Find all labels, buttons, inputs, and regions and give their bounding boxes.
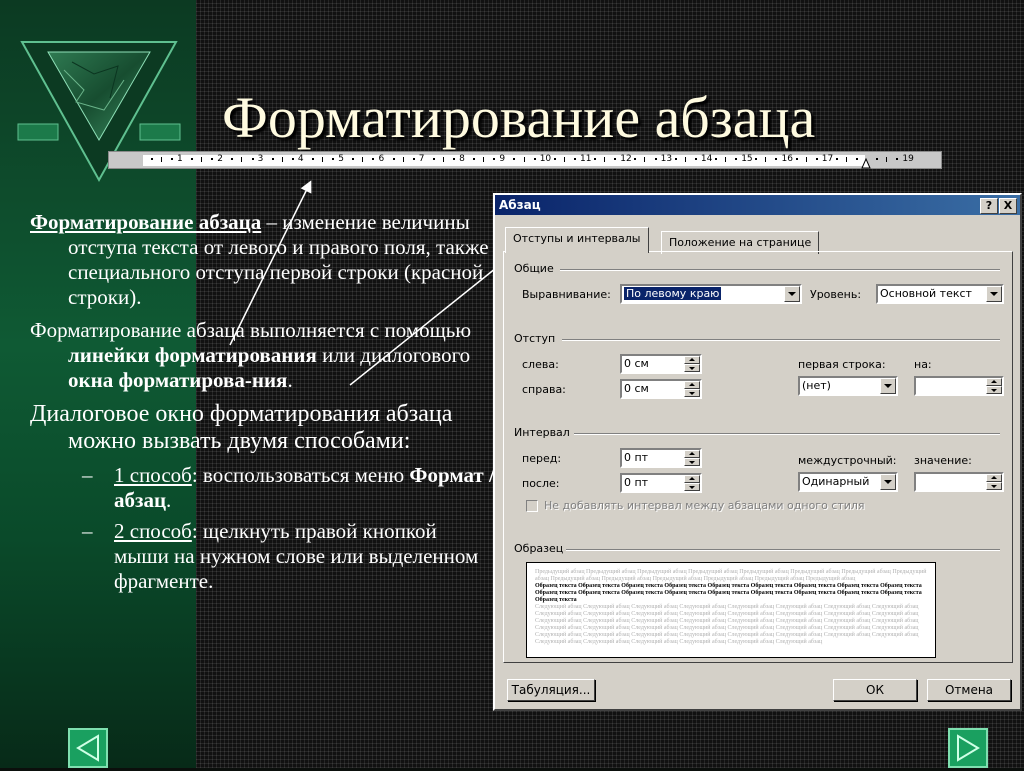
line-spacing-value: Одинарный — [802, 475, 870, 488]
first-line-amount-label: на: — [914, 358, 932, 371]
alignment-label: Выравнивание: — [522, 288, 611, 301]
group-divider — [560, 269, 1000, 271]
left-indent-spinner[interactable] — [684, 356, 700, 372]
triangle-right-icon — [957, 734, 980, 762]
space-before-label: перед: — [522, 452, 562, 465]
level-select[interactable]: Основной текст — [876, 284, 1004, 304]
definition-term: Форматирование абзаца — [30, 210, 262, 234]
chevron-down-icon[interactable] — [880, 474, 896, 490]
first-line-amount-spinner[interactable] — [986, 378, 1002, 394]
prev-slide-button[interactable] — [68, 728, 108, 768]
close-button[interactable]: X — [999, 198, 1017, 214]
group-sample-label: Образец — [514, 542, 564, 555]
line-spacing-select[interactable]: Одинарный — [798, 472, 898, 492]
method-1-item: –1 способ: воспользоваться меню Формат /… — [30, 463, 495, 513]
sample-previous-paragraph: Предыдущий абзац Предыдущий абзац Предыд… — [535, 569, 927, 582]
alignment-value: По левому краю — [624, 287, 722, 300]
dialog-title: Абзац — [499, 198, 541, 212]
alignment-select[interactable]: По левому краю — [620, 284, 802, 304]
dialog-paragraph: Диалоговое окно форматирования абзаца мо… — [30, 401, 453, 454]
definition-paragraph: Форматирование абзаца – изменение величи… — [30, 210, 495, 310]
group-indent-label: Отступ — [514, 332, 556, 345]
group-divider — [562, 339, 1000, 341]
chevron-down-icon[interactable] — [784, 286, 800, 302]
right-indent-label: справа: — [522, 383, 566, 396]
methods-dialog-term: окна форматирова-ния — [68, 368, 288, 392]
space-before-value: 0 пт — [624, 451, 649, 464]
no-space-checkbox[interactable] — [526, 500, 538, 512]
right-indent-spinner[interactable] — [684, 381, 700, 397]
spacing-value-label: значение: — [914, 454, 972, 467]
group-divider — [574, 433, 1000, 435]
spacing-value-input[interactable] — [914, 472, 1004, 492]
sample-preview: Предыдущий абзац Предыдущий абзац Предыд… — [526, 562, 936, 658]
left-indent-label: слева: — [522, 358, 559, 371]
space-before-spinner[interactable] — [684, 450, 700, 466]
methods-ruler-term: линейки форматирования — [68, 343, 317, 367]
chevron-down-icon[interactable] — [880, 378, 896, 394]
right-indent-input[interactable]: 0 см — [620, 379, 702, 399]
method-1-text: : воспользоваться меню — [191, 463, 410, 487]
method-2-label: 2 способ — [114, 519, 192, 543]
space-after-value: 0 пт — [624, 476, 649, 489]
first-line-label: первая строка: — [798, 358, 886, 371]
methods-text-a: Форматирование абзаца выполняется с помо… — [30, 318, 472, 342]
space-after-spinner[interactable] — [684, 475, 700, 491]
method-1-period: . — [166, 488, 172, 512]
methods-paragraph: Форматирование абзаца выполняется с помо… — [30, 318, 495, 393]
right-indent-value: 0 см — [624, 382, 649, 395]
paragraph-dialog: Абзац ? X Отступы и интервалы Положение … — [493, 193, 1022, 711]
level-label: Уровень: — [810, 288, 862, 301]
help-button[interactable]: ? — [980, 198, 998, 214]
bullet-dash: – — [82, 519, 93, 543]
group-divider — [566, 549, 1000, 551]
space-after-input[interactable]: 0 пт — [620, 473, 702, 493]
dialog-titlebar[interactable]: Абзац ? X — [495, 195, 1020, 215]
space-after-label: после: — [522, 477, 560, 490]
ok-button[interactable]: ОК — [833, 679, 917, 701]
no-space-label: Не добавлять интервал между абзацами одн… — [544, 499, 865, 512]
chevron-down-icon[interactable] — [986, 286, 1002, 302]
tab-panel: Общие Выравнивание: По левому краю Урове… — [503, 251, 1013, 663]
methods-period: . — [287, 368, 293, 392]
slide-body: Форматирование абзаца – изменение величи… — [30, 210, 495, 600]
next-slide-button[interactable] — [948, 728, 988, 768]
method-1-label: 1 способ — [114, 463, 192, 487]
tab-indents-spacing[interactable]: Отступы и интервалы — [505, 227, 649, 253]
first-line-select[interactable]: (нет) — [798, 376, 898, 396]
first-line-value: (нет) — [802, 379, 831, 392]
sample-next-paragraph: Следующий абзац Следующий абзац Следующи… — [535, 604, 919, 645]
line-spacing-label: междустрочный: — [798, 454, 897, 467]
space-before-input[interactable]: 0 пт — [620, 448, 702, 468]
sample-current-paragraph: Образец текста Образец текста Образец те… — [535, 583, 922, 603]
group-interval-label: Интервал — [514, 426, 570, 439]
bullet-dash: – — [82, 463, 93, 487]
left-indent-value: 0 см — [624, 357, 649, 370]
group-general-label: Общие — [514, 262, 554, 275]
first-line-amount-input[interactable] — [914, 376, 1004, 396]
cancel-button[interactable]: Отмена — [927, 679, 1011, 701]
triangle-left-icon — [76, 734, 99, 762]
methods-text-c: или диалогового — [316, 343, 471, 367]
level-value: Основной текст — [880, 287, 972, 300]
spacing-value-spinner[interactable] — [986, 474, 1002, 490]
left-indent-input[interactable]: 0 см — [620, 354, 702, 374]
method-2-item: –2 способ: щелкнуть правой кнопкой мыши … — [30, 519, 495, 594]
tabs-button[interactable]: Табуляция... — [507, 679, 595, 701]
